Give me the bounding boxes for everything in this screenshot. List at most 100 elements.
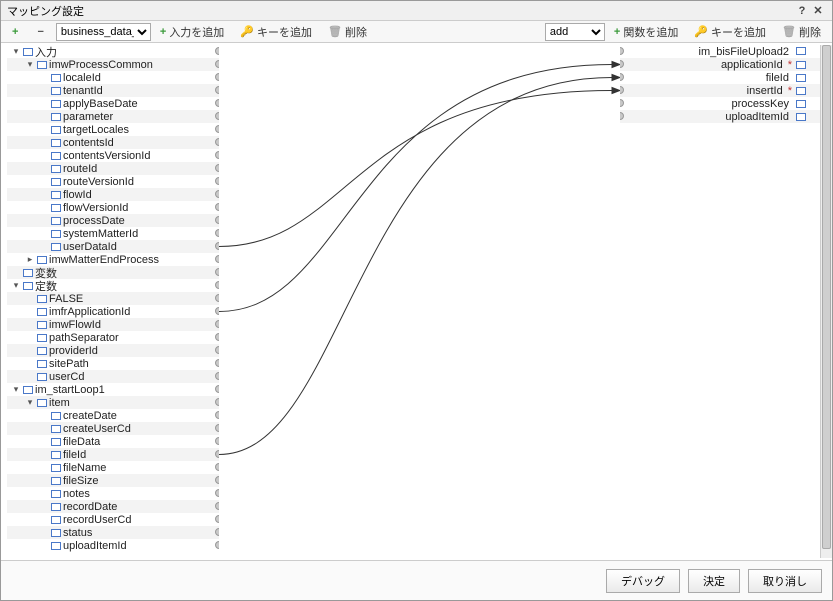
scrollbar-thumb[interactable] xyxy=(822,45,831,549)
source-tree[interactable]: ▾入力▾imwProcessCommonlocaleIdtenantIdappl… xyxy=(7,45,219,556)
toggle-icon[interactable]: ▾ xyxy=(25,397,35,408)
input-port[interactable] xyxy=(620,99,624,107)
target-row[interactable]: insertId* xyxy=(620,84,826,97)
source-row[interactable]: imwFlowId xyxy=(7,318,219,331)
node-label: im_bisFileUpload2 xyxy=(699,46,790,58)
source-row[interactable]: flowVersionId xyxy=(7,201,219,214)
input-port[interactable] xyxy=(620,47,624,55)
field-icon xyxy=(51,490,61,498)
target-tree[interactable]: im_bisFileUpload2applicationId*fileIdins… xyxy=(620,45,826,556)
field-icon xyxy=(51,243,61,251)
node-label: imwProcessCommon xyxy=(49,59,153,71)
node-label: im_startLoop1 xyxy=(35,384,105,396)
source-row[interactable]: tenantId xyxy=(7,84,219,97)
source-row[interactable]: ▾ im_startLoop1 xyxy=(7,383,219,396)
field-icon xyxy=(51,542,61,550)
node-label: item xyxy=(49,397,70,409)
target-select[interactable]: add xyxy=(545,23,605,41)
toggle-icon[interactable]: ▾ xyxy=(25,59,35,70)
node-label: pathSeparator xyxy=(49,332,119,344)
source-row[interactable]: routeId xyxy=(7,162,219,175)
source-row[interactable]: imfrApplicationId xyxy=(7,305,219,318)
toggle-icon[interactable]: ▸ xyxy=(25,254,35,265)
target-row[interactable]: fileId xyxy=(620,71,826,84)
help-icon[interactable]: ? xyxy=(794,5,810,17)
node-label: fileName xyxy=(63,462,106,474)
node-label: processDate xyxy=(63,215,125,227)
source-row[interactable]: status xyxy=(7,526,219,539)
source-row[interactable]: targetLocales xyxy=(7,123,219,136)
toggle-icon[interactable]: ▾ xyxy=(11,46,21,57)
input-port[interactable] xyxy=(620,60,624,68)
source-row[interactable]: fileId xyxy=(7,448,219,461)
source-row[interactable]: createUserCd xyxy=(7,422,219,435)
trash-icon: 🗑 xyxy=(782,25,796,38)
source-row[interactable]: localeId xyxy=(7,71,219,84)
source-row[interactable]: notes xyxy=(7,487,219,500)
source-row[interactable]: ▾ imwProcessCommon xyxy=(7,58,219,71)
source-row[interactable]: recordUserCd xyxy=(7,513,219,526)
debug-button[interactable]: デバッグ xyxy=(606,569,680,593)
toggle-icon[interactable]: ▾ xyxy=(11,280,21,291)
ok-button[interactable]: 決定 xyxy=(688,569,740,593)
source-row[interactable]: systemMatterId xyxy=(7,227,219,240)
source-row[interactable]: userDataId xyxy=(7,240,219,253)
object-icon xyxy=(23,48,33,56)
target-row[interactable]: uploadItemId xyxy=(620,110,826,123)
add-function-button[interactable]: +関数を追加 xyxy=(607,23,685,41)
expand-all-button[interactable]: + xyxy=(5,23,28,41)
source-row[interactable]: contentsId xyxy=(7,136,219,149)
toggle-icon[interactable]: ▾ xyxy=(11,384,21,395)
source-row[interactable]: ▾定数 xyxy=(7,279,219,292)
source-row[interactable]: sitePath xyxy=(7,357,219,370)
source-row[interactable]: parameter xyxy=(7,110,219,123)
add-key-right-button[interactable]: 🔑キーを追加 xyxy=(687,23,773,41)
source-select[interactable]: business_data_st xyxy=(56,23,151,41)
workspace: ▾入力▾imwProcessCommonlocaleIdtenantIdappl… xyxy=(1,43,832,560)
source-row[interactable]: pathSeparator xyxy=(7,331,219,344)
source-row[interactable]: ▾ item xyxy=(7,396,219,409)
target-row[interactable]: im_bisFileUpload2 xyxy=(620,45,826,58)
field-icon xyxy=(51,516,61,524)
input-port[interactable] xyxy=(620,112,624,120)
node-label: insertId xyxy=(747,85,783,97)
node-label: createUserCd xyxy=(63,423,131,435)
source-row[interactable]: recordDate xyxy=(7,500,219,513)
close-icon[interactable]: ✕ xyxy=(810,4,826,17)
field-icon xyxy=(51,139,61,147)
vertical-scrollbar[interactable] xyxy=(820,45,832,558)
source-row[interactable]: contentsVersionId xyxy=(7,149,219,162)
target-row[interactable]: applicationId* xyxy=(620,58,826,71)
source-row[interactable]: userCd xyxy=(7,370,219,383)
source-row[interactable]: FALSE xyxy=(7,292,219,305)
mapping-canvas[interactable] xyxy=(219,45,620,556)
cancel-button[interactable]: 取り消し xyxy=(748,569,822,593)
collapse-all-button[interactable]: − xyxy=(30,23,53,41)
add-input-button[interactable]: +入力を追加 xyxy=(153,23,231,41)
source-row[interactable]: providerId xyxy=(7,344,219,357)
source-row[interactable]: applyBaseDate xyxy=(7,97,219,110)
input-port[interactable] xyxy=(620,73,624,81)
source-row[interactable]: flowId xyxy=(7,188,219,201)
node-label: applicationId xyxy=(721,59,783,71)
input-port[interactable] xyxy=(620,86,624,94)
target-row[interactable]: processKey xyxy=(620,97,826,110)
node-label: imwMatterEndProcess xyxy=(49,254,159,266)
source-row[interactable]: ▾入力 xyxy=(7,45,219,58)
source-row[interactable]: processDate xyxy=(7,214,219,227)
node-label: notes xyxy=(63,488,90,500)
field-icon xyxy=(37,334,47,342)
source-row[interactable]: fileName xyxy=(7,461,219,474)
source-row[interactable]: routeVersionId xyxy=(7,175,219,188)
source-row[interactable]: uploadItemId xyxy=(7,539,219,552)
object-icon xyxy=(37,399,47,407)
object-icon xyxy=(37,61,47,69)
delete-right-button[interactable]: 🗑削除 xyxy=(775,23,828,41)
add-key-left-button[interactable]: 🔑キーを追加 xyxy=(233,23,319,41)
source-row[interactable]: fileSize xyxy=(7,474,219,487)
field-icon xyxy=(51,217,61,225)
source-row[interactable]: fileData xyxy=(7,435,219,448)
source-row[interactable]: createDate xyxy=(7,409,219,422)
delete-left-button[interactable]: 🗑削除 xyxy=(321,23,374,41)
node-label: recordDate xyxy=(63,501,117,513)
